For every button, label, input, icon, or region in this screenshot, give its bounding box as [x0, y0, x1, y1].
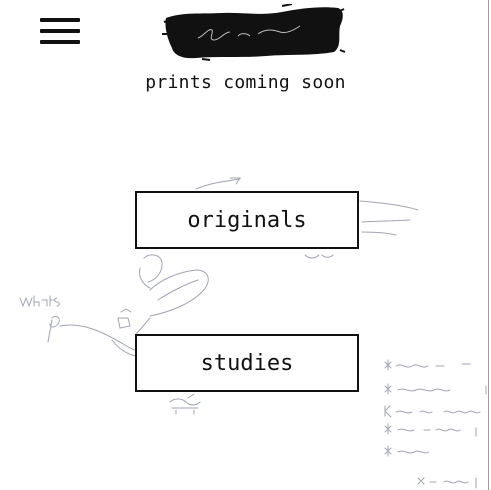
- studies-button[interactable]: studies: [135, 334, 359, 392]
- hamburger-menu-icon[interactable]: [40, 18, 82, 48]
- originals-button[interactable]: originals: [135, 191, 359, 249]
- brush-stroke-signature-logo[interactable]: [162, 4, 346, 62]
- tagline: prints coming soon: [145, 72, 346, 93]
